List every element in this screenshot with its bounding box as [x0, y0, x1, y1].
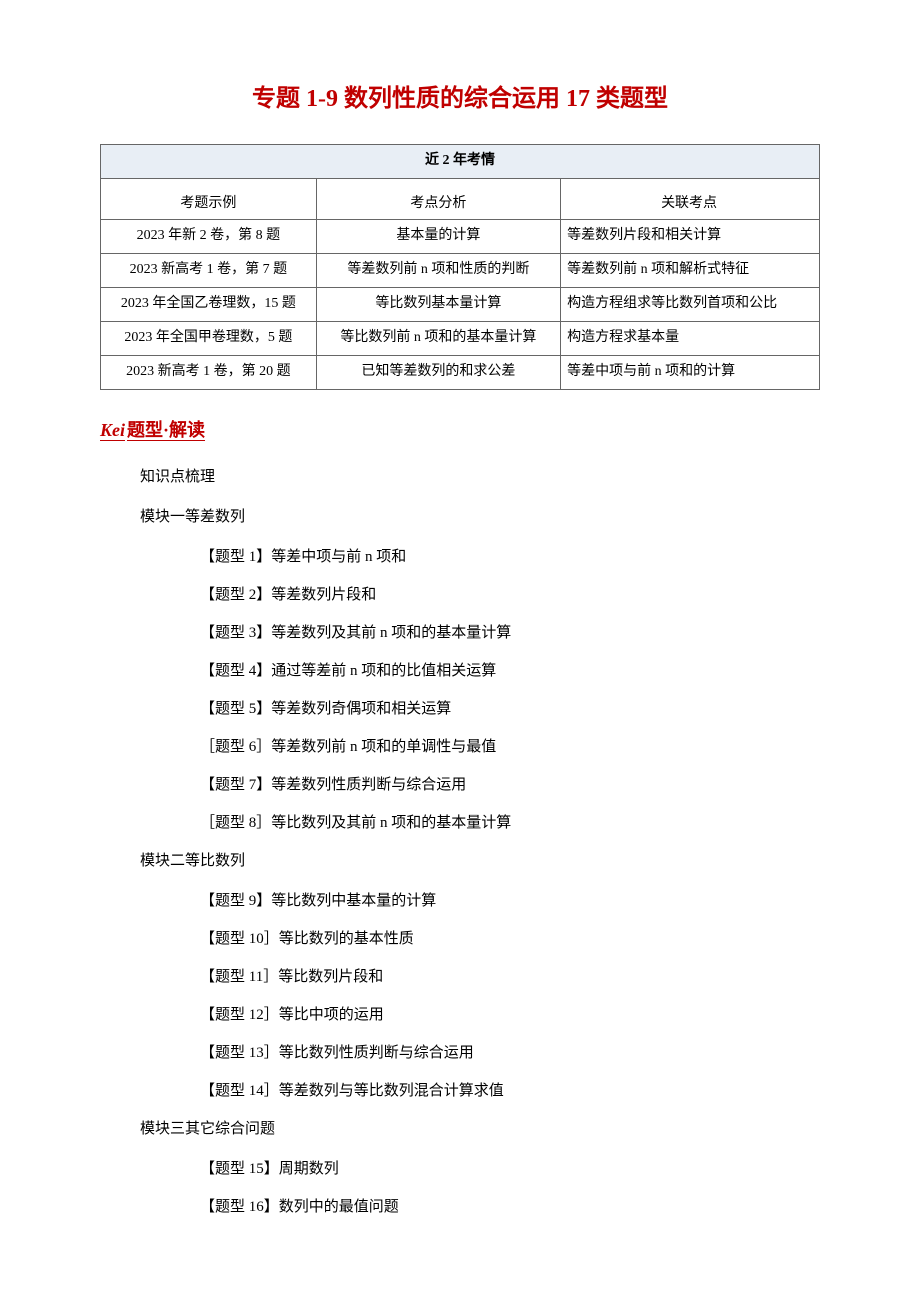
- knowledge-point-label: 知识点梳理: [140, 465, 820, 489]
- cell-example: 2023 年新 2 卷，第 8 题: [101, 220, 317, 254]
- list-item: 【题型 15】周期数列: [200, 1157, 820, 1181]
- list-item: ［题型 6］等差数列前 n 项和的单调性与最值: [200, 735, 820, 759]
- section-header: Kei题型·解读: [100, 416, 820, 445]
- list-item: 【题型 12］等比中项的运用: [200, 1003, 820, 1027]
- header-example: 考题示例: [101, 178, 317, 219]
- list-item: 【题型 1】等差中项与前 n 项和: [200, 545, 820, 569]
- table-caption-row: 近 2 年考情: [101, 145, 820, 178]
- cell-analysis: 等比数列前 n 项和的基本量计算: [316, 322, 560, 356]
- cell-related: 等差中项与前 n 项和的计算: [561, 356, 820, 390]
- cell-related: 等差数列片段和相关计算: [561, 220, 820, 254]
- cell-analysis: 已知等差数列的和求公差: [316, 356, 560, 390]
- header-analysis: 考点分析: [316, 178, 560, 219]
- cell-related: 构造方程组求等比数列首项和公比: [561, 288, 820, 322]
- list-item: 【题型 5】等差数列奇偶项和相关运算: [200, 697, 820, 721]
- table-row: 2023 年全国甲卷理数，5 题 等比数列前 n 项和的基本量计算 构造方程求基…: [101, 322, 820, 356]
- page-title: 专题 1-9 数列性质的综合运用 17 类题型: [100, 80, 820, 118]
- cell-analysis: 等比数列基本量计算: [316, 288, 560, 322]
- module-heading: 模块二等比数列: [140, 849, 820, 873]
- table-row: 2023 年新 2 卷，第 8 题 基本量的计算 等差数列片段和相关计算: [101, 220, 820, 254]
- list-item: 【题型 10］等比数列的基本性质: [200, 927, 820, 951]
- cell-example: 2023 年全国乙卷理数，15 题: [101, 288, 317, 322]
- list-item: 【题型 3】等差数列及其前 n 项和的基本量计算: [200, 621, 820, 645]
- table-row: 2023 新高考 1 卷，第 20 题 已知等差数列的和求公差 等差中项与前 n…: [101, 356, 820, 390]
- list-item: 【题型 14］等差数列与等比数列混合计算求值: [200, 1079, 820, 1103]
- cell-related: 构造方程求基本量: [561, 322, 820, 356]
- table-caption: 近 2 年考情: [101, 145, 820, 178]
- section-label: 题型·解读: [127, 420, 205, 440]
- cell-example: 2023 新高考 1 卷，第 7 题: [101, 254, 317, 288]
- table-row: 2023 年全国乙卷理数，15 题 等比数列基本量计算 构造方程组求等比数列首项…: [101, 288, 820, 322]
- module-heading: 模块三其它综合问题: [140, 1117, 820, 1141]
- table-header-row: 考题示例 考点分析 关联考点: [101, 178, 820, 219]
- list-item: 【题型 7】等差数列性质判断与综合运用: [200, 773, 820, 797]
- exam-table: 近 2 年考情 考题示例 考点分析 关联考点 2023 年新 2 卷，第 8 题…: [100, 144, 820, 390]
- list-item: 【题型 13］等比数列性质判断与综合运用: [200, 1041, 820, 1065]
- module-heading: 模块一等差数列: [140, 505, 820, 529]
- section-prefix: Kei: [100, 420, 125, 440]
- cell-example: 2023 新高考 1 卷，第 20 题: [101, 356, 317, 390]
- list-item: 【题型 2】等差数列片段和: [200, 583, 820, 607]
- cell-related: 等差数列前 n 项和解析式特征: [561, 254, 820, 288]
- list-item: 【题型 4】通过等差前 n 项和的比值相关运算: [200, 659, 820, 683]
- table-row: 2023 新高考 1 卷，第 7 题 等差数列前 n 项和性质的判断 等差数列前…: [101, 254, 820, 288]
- cell-analysis: 基本量的计算: [316, 220, 560, 254]
- list-item: 【题型 9】等比数列中基本量的计算: [200, 889, 820, 913]
- list-item: ［题型 8］等比数列及其前 n 项和的基本量计算: [200, 811, 820, 835]
- cell-analysis: 等差数列前 n 项和性质的判断: [316, 254, 560, 288]
- list-item: 【题型 16】数列中的最值问题: [200, 1195, 820, 1219]
- header-related: 关联考点: [561, 178, 820, 219]
- cell-example: 2023 年全国甲卷理数，5 题: [101, 322, 317, 356]
- list-item: 【题型 11］等比数列片段和: [200, 965, 820, 989]
